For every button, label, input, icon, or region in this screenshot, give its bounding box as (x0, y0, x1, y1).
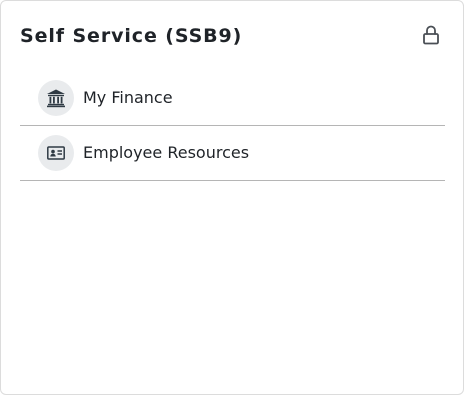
bank-icon (38, 80, 74, 116)
list-item-my-finance[interactable]: My Finance (20, 71, 445, 126)
list-item-label: My Finance (83, 88, 173, 107)
id-card-icon (38, 135, 74, 171)
card-title: Self Service (SSB9) (20, 25, 243, 47)
self-service-card: Self Service (SSB9) My Finance Employee … (0, 0, 464, 395)
card-header: Self Service (SSB9) (20, 23, 443, 51)
list-item-label: Employee Resources (83, 143, 250, 162)
list-item-employee-resources[interactable]: Employee Resources (20, 126, 445, 181)
lock-icon[interactable] (419, 23, 443, 47)
link-list: My Finance Employee Resources (20, 71, 445, 181)
